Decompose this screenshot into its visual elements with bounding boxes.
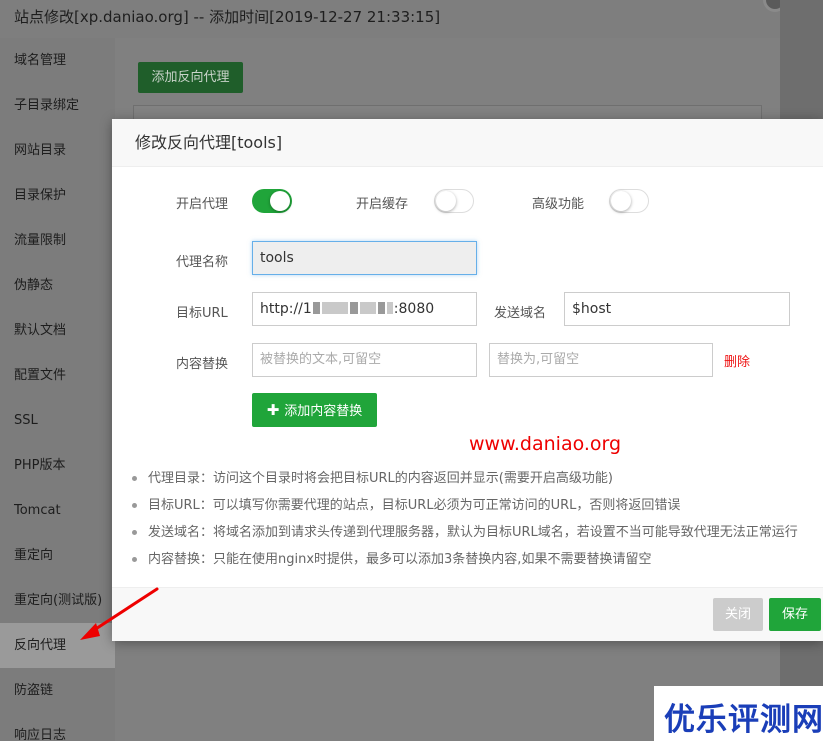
save-button[interactable]: 保存 <box>769 598 821 631</box>
sidebar-item-response-log[interactable]: 响应日志 <box>0 713 115 741</box>
delete-replace-link[interactable]: 删除 <box>724 351 750 370</box>
plus-icon: ✚ <box>266 401 280 419</box>
sidebar-item-dir-protect[interactable]: 目录保护 <box>0 173 115 218</box>
dialog-footer: 关闭 保存 <box>112 587 823 641</box>
target-url-label: 目标URL <box>176 306 228 321</box>
send-domain-field[interactable]: $host <box>564 292 790 326</box>
sidebar-item-php[interactable]: PHP版本 <box>0 443 115 488</box>
brand-logo: 优乐评测网 <box>654 686 823 741</box>
advanced-toggle[interactable] <box>609 189 649 213</box>
redaction-mask <box>312 302 320 314</box>
cache-toggle[interactable] <box>434 189 474 213</box>
proxy-name-field[interactable]: tools <box>252 241 477 275</box>
proxy-toggle-label: 开启代理 <box>176 197 229 212</box>
brand-name: 优乐评测网 <box>664 702 823 738</box>
sidebar-item-site-dir[interactable]: 网站目录 <box>0 128 115 173</box>
tip-item: 目标URL：可以填写你需要代理的站点，目标URL必须为可正常访问的URL，否则将… <box>130 496 823 523</box>
sidebar-item-reverse-proxy[interactable]: 反向代理 <box>0 623 115 668</box>
add-content-replace-label: 添加内容替换 <box>284 404 363 419</box>
edit-proxy-dialog: 修改反向代理[tools] 开启代理 开启缓存 高级功能 代理名称 tools … <box>112 119 823 641</box>
sidebar-item-traffic-limit[interactable]: 流量限制 <box>0 218 115 263</box>
sidebar-item-hotlink[interactable]: 防盗链 <box>0 668 115 713</box>
cache-toggle-label: 开启缓存 <box>356 197 409 212</box>
tip-item: 内容替换：只能在使用nginx时提供，最多可以添加3条替换内容,如果不需要替换请… <box>130 550 823 577</box>
sidebar-item-default-doc[interactable]: 默认文档 <box>0 308 115 353</box>
advanced-toggle-label: 高级功能 <box>532 197 585 212</box>
target-url-suffix: :8080 <box>393 301 435 317</box>
window-title: 站点修改[xp.daniao.org] -- 添加时间[2019-12-27 2… <box>0 0 780 38</box>
close-button[interactable]: 关闭 <box>713 598 763 631</box>
sidebar-item-subdir[interactable]: 子目录绑定 <box>0 83 115 128</box>
proxy-name-label: 代理名称 <box>176 255 229 270</box>
dialog-title: 修改反向代理[tools] <box>112 119 823 167</box>
sidebar-item-redirect[interactable]: 重定向 <box>0 533 115 578</box>
add-content-replace-button[interactable]: ✚ 添加内容替换 <box>252 393 377 427</box>
target-url-prefix: http://1 <box>260 301 312 317</box>
send-domain-label: 发送域名 <box>494 306 547 321</box>
tip-item: 代理目录：访问这个目录时将会把目标URL的内容返回并显示(需要开启高级功能) <box>130 469 823 496</box>
replace-to-input[interactable]: 替换为,可留空 <box>489 343 713 377</box>
sidebar-item-rewrite[interactable]: 伪静态 <box>0 263 115 308</box>
watermark-text: www.daniao.org <box>469 433 622 455</box>
proxy-toggle[interactable] <box>252 189 292 213</box>
sidebar-item-ssl[interactable]: SSL <box>0 398 115 443</box>
content-replace-label: 内容替换 <box>176 357 229 372</box>
sidebar-item-redirect-beta[interactable]: 重定向(测试版) <box>0 578 115 623</box>
redaction-mask <box>321 302 348 314</box>
redaction-mask <box>349 302 358 314</box>
redaction-mask <box>377 302 385 314</box>
sidebar-item-domain[interactable]: 域名管理 <box>0 38 115 83</box>
sidebar-item-config[interactable]: 配置文件 <box>0 353 115 398</box>
tip-item: 发送域名：将域名添加到请求头传递到代理服务器，默认为目标URL域名，若设置不当可… <box>130 523 823 550</box>
sidebar: 域名管理 子目录绑定 网站目录 目录保护 流量限制 伪静态 默认文档 配置文件 … <box>0 38 115 741</box>
help-tips: 代理目录：访问这个目录时将会把目标URL的内容返回并显示(需要开启高级功能) 目… <box>130 469 823 577</box>
redaction-mask <box>359 302 376 314</box>
add-reverse-proxy-button[interactable]: 添加反向代理 <box>138 62 243 93</box>
sidebar-item-tomcat[interactable]: Tomcat <box>0 488 115 533</box>
replace-from-input[interactable]: 被替换的文本,可留空 <box>252 343 477 377</box>
target-url-field[interactable]: http://1 :8080 <box>252 292 477 326</box>
redaction-mask <box>386 302 393 314</box>
